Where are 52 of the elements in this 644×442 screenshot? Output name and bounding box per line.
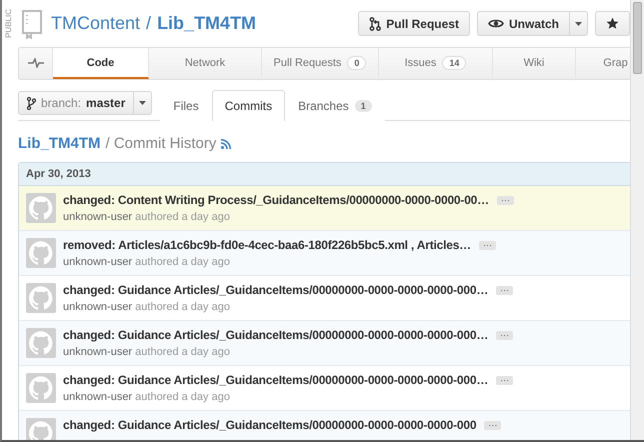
branch-selector[interactable]: branch: master [18, 91, 134, 115]
pulse-icon [28, 58, 44, 68]
expand-button[interactable]: ··· [496, 286, 514, 294]
rss-icon[interactable] [221, 138, 232, 148]
unwatch-button[interactable]: Unwatch [476, 11, 570, 36]
star-icon [606, 17, 619, 30]
expand-button[interactable]: ··· [496, 376, 514, 384]
commit-meta: unknown-user authored a day ago [63, 211, 231, 223]
commit-message[interactable]: changed: Guidance Articles/_GuidanceItems/00000000-0000-0000-0000-000 [63, 418, 476, 432]
repo-name-link[interactable]: Lib_TM4TM [157, 13, 256, 34]
commit-meta: unknown-user authored a day ago [63, 256, 231, 268]
commit-meta: unknown-user authored a day ago [63, 346, 231, 358]
expand-button[interactable]: ··· [496, 196, 514, 204]
commit-row[interactable]: changed: Guidance Articles/_GuidanceItems/00000000-0000-0000-0000-000… ··· unknown-user authored a day ago [19, 321, 630, 366]
commit-row[interactable]: changed: Guidance Articles/_GuidanceItems/00000000-0000-0000-0000-000 ··· [19, 411, 630, 440]
expand-button[interactable]: ··· [496, 330, 514, 340]
commit-message[interactable]: changed: Guidance Articles/_GuidanceItems/00000000-0000-0000-0000-000… [63, 328, 488, 342]
commit-row[interactable]: changed: Content Writing Process/_GuidanceItems/00000000-0000-0000-00… ··· unknown-user authored a day ago [19, 186, 630, 231]
commit-row[interactable]: removed: Articles/a1c6bc9b-fd0e-4cec-baa6-180f226b5bc5.xml , Articles… ··· unknown-user authored a day ago [19, 231, 630, 276]
expand-button[interactable]: ··· [478, 240, 496, 250]
nav-tab[interactable]: Pull Requests 0 [262, 48, 379, 79]
caret-icon [139, 101, 146, 105]
count-badge: 14 [442, 56, 466, 70]
visibility-label: PUBLIC [4, 9, 13, 38]
branch-icon [27, 96, 36, 110]
nav-tab[interactable]: Network [149, 48, 262, 79]
count-badge: 1 [354, 100, 372, 112]
date-header: Apr 30, 2013 [19, 163, 630, 186]
commit-message[interactable]: changed: Content Writing Process/_GuidanceItems/00000000-0000-0000-00… [63, 193, 489, 207]
nav-tab[interactable]: Wiki [493, 48, 576, 79]
nav-tab[interactable]: Issues 14 [379, 48, 493, 79]
eye-icon [488, 18, 504, 29]
sub-tab[interactable]: Commits [212, 90, 286, 121]
commit-message[interactable]: changed: Guidance Articles/_GuidanceItems/00000000-0000-0000-0000-000… [63, 373, 488, 387]
commit-meta: unknown-user authored a day ago [63, 301, 231, 313]
pull-request-button[interactable]: Pull Request [358, 11, 470, 36]
watch-dropdown-button[interactable] [570, 11, 588, 36]
pull-request-icon [369, 16, 382, 30]
commit-message[interactable]: removed: Articles/a1c6bc9b-fd0e-4cec-baa6-180f226b5bc5.xml , Articles… [63, 238, 471, 252]
caret-icon [575, 22, 582, 26]
path-separator: / [146, 13, 152, 34]
commit-message[interactable]: changed: Guidance Articles/_GuidanceItems/00000000-0000-0000-0000-000… [63, 283, 488, 297]
repo-icon [21, 8, 43, 38]
nav-tab[interactable]: Code [53, 48, 149, 79]
repo-link[interactable]: Lib_TM4TM [18, 135, 100, 152]
repo-owner-link[interactable]: TMContent [51, 13, 140, 34]
expand-button[interactable]: ··· [484, 420, 502, 430]
commit-meta: unknown-user authored a day ago [63, 391, 231, 403]
page-title: / Commit History [106, 135, 216, 152]
branch-dropdown-button[interactable] [134, 91, 152, 115]
count-badge: 0 [347, 56, 366, 70]
star-button[interactable] [595, 11, 630, 36]
